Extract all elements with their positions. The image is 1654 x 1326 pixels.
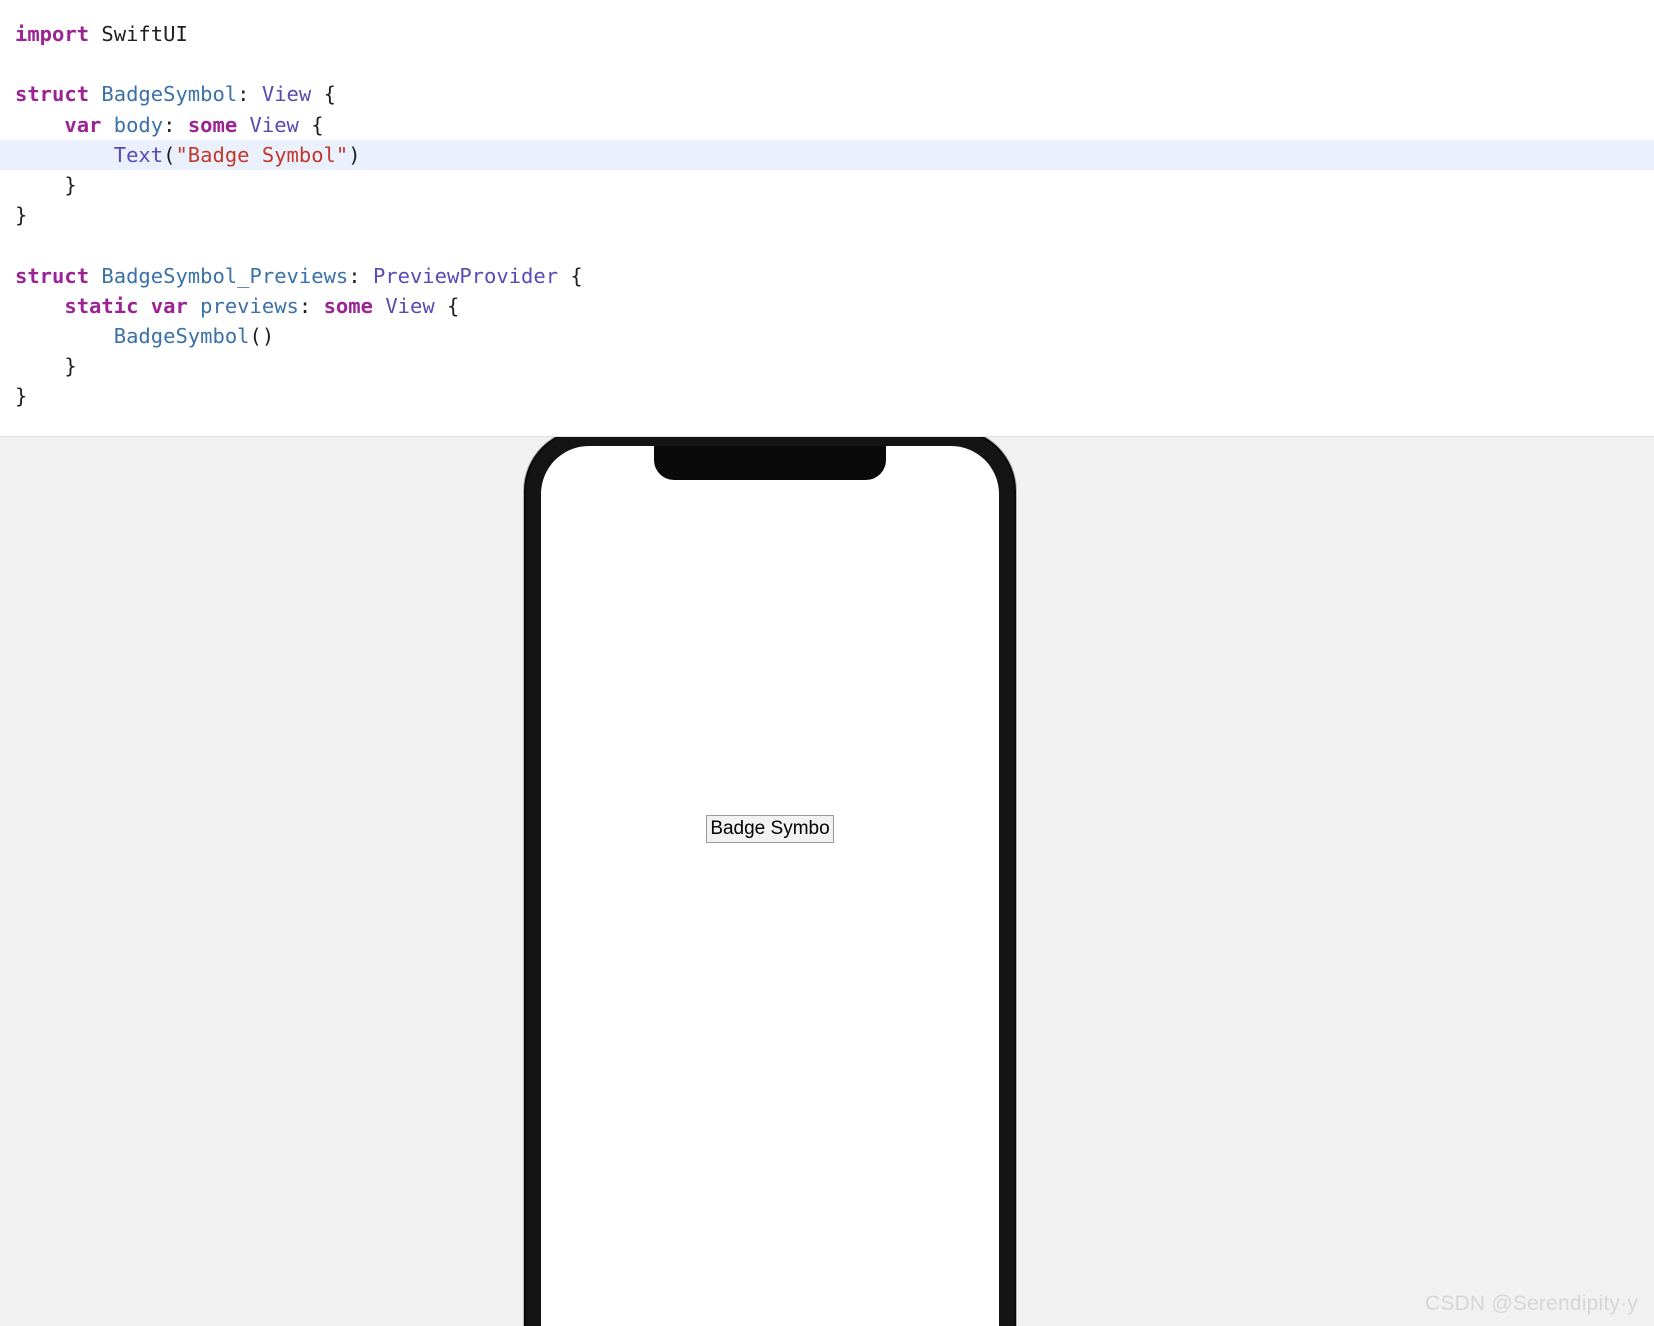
code-token-plain: { [311, 82, 336, 107]
code-line[interactable]: BadgeSymbol() [0, 321, 1654, 351]
code-token-kw: var [64, 112, 102, 137]
code-token-kw: struct [15, 263, 90, 288]
code-line[interactable]: Text("Badge Symbol") [0, 139, 1654, 170]
code-token-plain: : [298, 293, 324, 318]
preview-content-area: Badge Symbo [541, 446, 999, 1326]
code-token-kw: var [150, 293, 188, 318]
csdn-watermark: CSDN @Serendipity·y [1424, 1292, 1638, 1315]
code-line[interactable]: } [0, 381, 1654, 411]
code-line[interactable]: struct BadgeSymbol: View { [0, 79, 1654, 109]
code-line[interactable]: var body: some View { [0, 110, 1654, 140]
code-token-proto: PreviewProvider [372, 263, 559, 288]
code-token-kw: some [187, 112, 238, 137]
code-token-plain: () [249, 323, 275, 348]
code-token-proto: View [249, 112, 299, 137]
preview-rendered-text[interactable]: Badge Symbo [706, 815, 834, 843]
iphone-device-frame: Badge Symbo [524, 437, 1016, 1326]
code-token-proto: Text [113, 142, 164, 167]
code-token-type: BadgeSymbol_Previews [101, 263, 349, 288]
code-token-type: BadgeSymbol [113, 323, 250, 348]
code-token-plain: } [64, 354, 77, 379]
code-line[interactable]: static var previews: some View { [0, 291, 1654, 321]
code-token-type: previews [200, 293, 299, 318]
code-token-plain: { [298, 112, 324, 137]
code-line[interactable]: import SwiftUI [0, 19, 1654, 49]
preview-canvas-pane[interactable]: Badge Symbo CSDN @Serendipity·y [0, 437, 1654, 1326]
code-token-plain: } [15, 203, 28, 228]
code-editor-pane[interactable]: import SwiftUI struct BadgeSymbol: View … [0, 0, 1654, 437]
code-token-type: body [113, 112, 164, 137]
device-screen[interactable]: Badge Symbo [541, 446, 999, 1326]
code-token-proto: View [261, 82, 312, 107]
code-token-proto: View [385, 293, 435, 318]
code-token-plain: : [163, 112, 188, 137]
code-token-plain: : [237, 82, 262, 107]
code-token-plain: { [434, 293, 460, 318]
xcode-swiftui-preview-screen: import SwiftUI struct BadgeSymbol: View … [0, 0, 1654, 1326]
code-line[interactable]: } [0, 170, 1654, 200]
code-token-plain: : [348, 263, 373, 288]
code-line[interactable] [0, 49, 1654, 79]
code-line[interactable]: } [0, 200, 1654, 230]
code-token-type: BadgeSymbol [101, 82, 238, 107]
code-line[interactable]: } [0, 351, 1654, 381]
code-token-kw: some [323, 293, 373, 318]
code-line[interactable]: struct BadgeSymbol_Previews: PreviewProv… [0, 261, 1654, 291]
code-token-plain: { [558, 263, 583, 288]
code-line[interactable] [0, 230, 1654, 260]
code-token-plain: ) [348, 142, 361, 167]
code-lines-container[interactable]: import SwiftUI struct BadgeSymbol: View … [0, 19, 1654, 411]
code-token-plain: } [64, 172, 77, 197]
code-token-plain: } [15, 384, 28, 409]
code-token-kw: import [15, 22, 90, 46]
code-token-plain: SwiftUI [89, 22, 188, 46]
code-token-str: "Badge Symbol" [175, 142, 349, 167]
code-token-plain: ( [163, 142, 176, 167]
code-token-kw: static [64, 293, 139, 318]
code-token-kw: struct [15, 82, 90, 107]
